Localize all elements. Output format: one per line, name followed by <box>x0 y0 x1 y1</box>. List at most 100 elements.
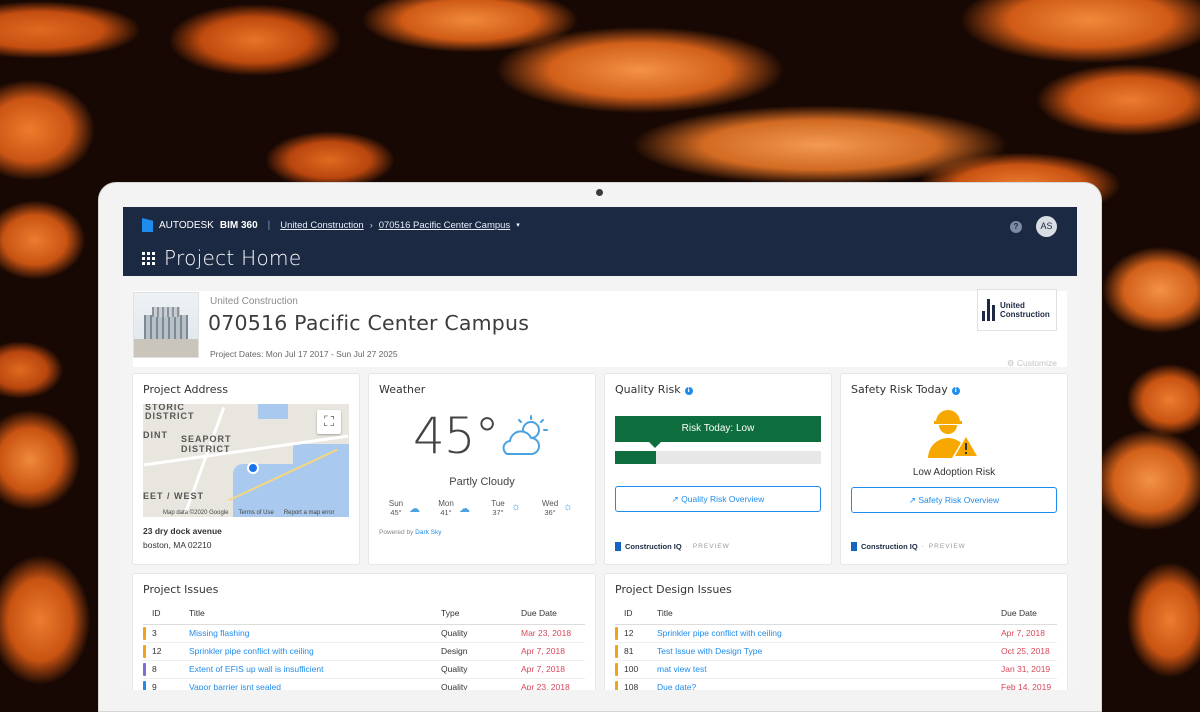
forecast-day: Wed 36° <box>541 499 559 517</box>
table-row[interactable]: 12 Sprinkler pipe conflict with ceiling De… <box>143 642 585 661</box>
column-header[interactable]: ID <box>143 602 189 625</box>
issue-id: 81 <box>615 642 657 661</box>
safety-risk-overview-button[interactable]: ↗ Safety Risk Overview <box>851 487 1057 513</box>
small-cloud-icon: ☁ <box>409 503 420 515</box>
footer-brand: Construction IQ <box>625 542 682 551</box>
brand-name: AUTODESK <box>159 219 214 231</box>
issue-title-link[interactable]: Sprinkler pipe conflict with ceiling <box>189 642 441 661</box>
issue-due-date: Jan 31, 2019 <box>1001 660 1057 679</box>
issue-title-link[interactable]: mat view test <box>657 660 1001 679</box>
company-logo-line1: United <box>1000 301 1025 310</box>
weather-condition: Partly Cloudy <box>449 476 515 488</box>
issue-title-link[interactable]: Vapor barrier isnt sealed <box>189 678 441 690</box>
map[interactable]: STORIC DISTRICT DINT SEAPORT DISTRICT EE… <box>143 404 349 517</box>
issue-id: 108 <box>615 678 657 690</box>
column-header[interactable]: Type <box>441 602 521 625</box>
issue-type: Quality <box>441 678 521 690</box>
issue-id: 12 <box>143 642 189 661</box>
table-row[interactable]: 12 Sprinkler pipe conflict with ceiling Ap… <box>615 624 1057 643</box>
project-company: United Construction <box>210 296 298 307</box>
column-header[interactable]: ID <box>615 602 657 625</box>
address-street: 23 dry dock avenue <box>143 526 222 536</box>
caret-down-icon[interactable]: ▾ <box>516 221 520 229</box>
fullscreen-icon[interactable]: ⛶ <box>317 410 341 434</box>
table-row[interactable]: 100 mat view test Jan 31, 2019 <box>615 660 1057 679</box>
construction-iq-footer: Construction IQ · PREVIEW <box>615 542 730 551</box>
map-attribution: Map data ©2020 Google <box>163 510 229 516</box>
map-label: DISTRICT <box>181 444 231 454</box>
card-title-text: Safety Risk Today <box>851 383 948 396</box>
avatar[interactable]: AS <box>1036 216 1057 237</box>
card-title-text: Quality Risk <box>615 383 681 396</box>
issue-due-date: Apr 23, 2018 <box>521 678 585 690</box>
issue-title-link[interactable]: Missing flashing <box>189 624 441 643</box>
small-cloud-icon: ☁ <box>459 503 470 515</box>
column-header[interactable]: Due Date <box>521 602 585 625</box>
issue-due-date: Apr 7, 2018 <box>1001 624 1057 643</box>
table-row[interactable]: 108 Due date? Feb 14, 2019 <box>615 678 1057 690</box>
breadcrumb-project[interactable]: 070516 Pacific Center Campus <box>379 220 511 231</box>
issue-id: 8 <box>143 660 189 679</box>
brand-bar: AUTODESK BIM 360 | United Construction ›… <box>142 218 520 232</box>
product-name: BIM 360 <box>219 219 258 231</box>
table-row[interactable]: 8 Extent of EFIS up wall is insufficient Q… <box>143 660 585 679</box>
design-issues-card: Project Design Issues ID Title Due Date … <box>605 574 1067 690</box>
small-sun-icon: ☼ <box>563 501 574 513</box>
top-navigation-bar: AUTODESK BIM 360 | United Construction ›… <box>123 207 1077 276</box>
issue-title-link[interactable]: Due date? <box>657 678 1001 690</box>
info-icon[interactable]: i <box>951 387 960 395</box>
powered-by: Powered by Dark Sky <box>379 529 442 536</box>
issue-type: Quality <box>441 660 521 679</box>
issue-title-link[interactable]: Sprinkler pipe conflict with ceiling <box>657 624 1001 643</box>
issue-type: Quality <box>441 624 521 643</box>
address-city: boston, MA 02210 <box>143 540 212 550</box>
project-address-card: Project Address STORIC DISTRICT DINT SEA… <box>133 374 359 564</box>
column-header[interactable]: Due Date <box>1001 602 1057 625</box>
app-grid-icon[interactable] <box>142 251 155 265</box>
issue-id: 100 <box>615 660 657 679</box>
small-sun-icon: ☼ <box>511 501 522 513</box>
issue-title-link[interactable]: Test Issue with Design Type <box>657 642 1001 661</box>
quality-risk-overview-button[interactable]: ↗ Quality Risk Overview <box>615 486 821 512</box>
company-logo: United Construction <box>977 289 1057 331</box>
map-terms-link[interactable]: Terms of Use <box>238 510 273 516</box>
page-title: Project Home <box>164 246 302 270</box>
weather-card: Weather 45° Partly Cloudy Sun 45° Mon 41° … <box>369 374 595 564</box>
info-icon[interactable]: i <box>684 387 693 395</box>
project-name: 070516 Pacific Center Campus <box>208 311 530 335</box>
issues-table: ID Title Type Due Date 3 Missing flashing… <box>143 602 585 690</box>
help-icon[interactable]: ? <box>1010 220 1022 233</box>
card-title: Weather <box>379 383 426 396</box>
camera-dot <box>596 189 603 196</box>
card-title: Quality Risk i <box>615 383 693 396</box>
issue-due-date: Apr 7, 2018 <box>521 642 585 661</box>
footer-brand: Construction IQ <box>861 542 918 551</box>
issue-id: 9 <box>143 678 189 690</box>
issue-type: Design <box>441 642 521 661</box>
dark-sky-link[interactable]: Dark Sky <box>415 529 441 536</box>
map-report-link[interactable]: Report a map error <box>284 510 335 516</box>
trend-icon: ↗ <box>671 494 679 504</box>
project-dates: Project Dates: Mon Jul 17 2017 - Sun Jul… <box>210 349 398 359</box>
safety-risk-card: Safety Risk Today i Low Adoption Risk ↗ S… <box>841 374 1067 564</box>
customize-button[interactable]: ⚙ Customize <box>1007 358 1057 369</box>
forecast-day: Tue 37° <box>491 499 505 517</box>
forecast-day: Mon 41° <box>438 499 454 517</box>
card-title: Project Issues <box>143 583 219 596</box>
project-header: United Construction 070516 Pacific Cente… <box>133 289 1067 369</box>
issue-due-date: Apr 7, 2018 <box>521 660 585 679</box>
construction-iq-logo-icon <box>615 542 621 551</box>
table-row[interactable]: 81 Test Issue with Design Type Oct 25, 201… <box>615 642 1057 661</box>
column-header[interactable]: Title <box>657 602 1001 625</box>
autodesk-logo-icon <box>142 218 153 232</box>
table-row[interactable]: 9 Vapor barrier isnt sealed Quality Apr 23,… <box>143 678 585 690</box>
location-pin-icon[interactable] <box>247 462 259 474</box>
breadcrumb-company[interactable]: United Construction <box>280 220 363 231</box>
table-row[interactable]: 3 Missing flashing Quality Mar 23, 2018 <box>143 624 585 643</box>
design-issues-table: ID Title Due Date 12 Sprinkler pipe confl… <box>615 602 1057 690</box>
construction-iq-logo-icon <box>851 542 857 551</box>
issue-due-date: Feb 14, 2019 <box>1001 678 1057 690</box>
issue-title-link[interactable]: Extent of EFIS up wall is insufficient <box>189 660 441 679</box>
column-header[interactable]: Title <box>189 602 441 625</box>
worker-warning-icon <box>928 410 980 458</box>
